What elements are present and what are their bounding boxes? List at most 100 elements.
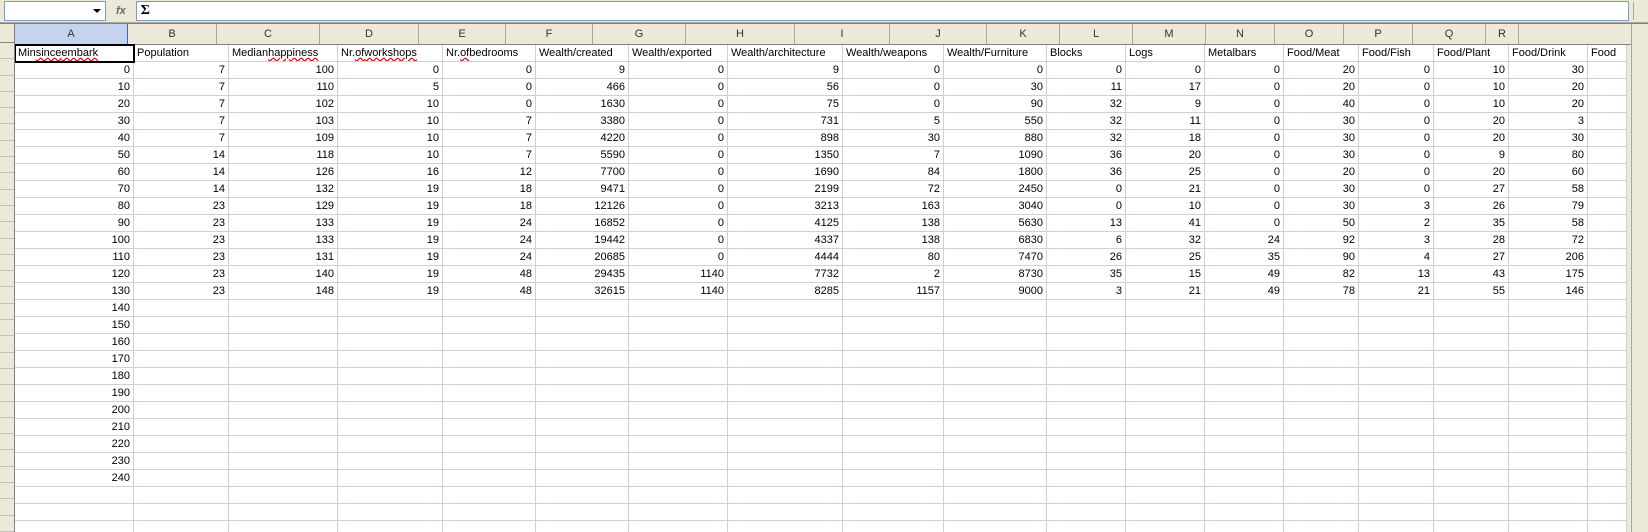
data-cell[interactable]: 55 xyxy=(1434,283,1509,300)
data-cell[interactable]: 80 xyxy=(843,249,944,266)
data-cell[interactable] xyxy=(1126,300,1205,317)
data-cell[interactable]: 103 xyxy=(229,113,338,130)
data-cell[interactable]: 18 xyxy=(443,181,536,198)
data-cell[interactable]: 3 xyxy=(1359,198,1434,215)
data-cell[interactable] xyxy=(443,504,536,521)
data-cell[interactable] xyxy=(536,487,629,504)
data-cell[interactable] xyxy=(944,334,1047,351)
data-cell[interactable]: 0 xyxy=(1205,198,1284,215)
data-cell[interactable]: 56 xyxy=(728,79,843,96)
data-cell[interactable]: 110 xyxy=(229,79,338,96)
data-cell[interactable] xyxy=(338,487,443,504)
data-cell[interactable]: 82 xyxy=(1284,266,1359,283)
data-cell[interactable] xyxy=(1509,334,1588,351)
data-cell[interactable]: 84 xyxy=(843,164,944,181)
data-cell[interactable]: 3 xyxy=(1359,232,1434,249)
data-cell[interactable] xyxy=(1359,334,1434,351)
data-cell[interactable]: 140 xyxy=(15,300,134,317)
data-cell[interactable] xyxy=(1434,436,1509,453)
data-cell[interactable] xyxy=(728,419,843,436)
data-cell[interactable] xyxy=(229,402,338,419)
data-cell[interactable] xyxy=(15,487,134,504)
data-cell[interactable]: 19 xyxy=(338,232,443,249)
data-cell[interactable]: 0 xyxy=(1359,96,1434,113)
data-cell[interactable]: 16 xyxy=(338,164,443,181)
data-cell[interactable]: 0 xyxy=(1359,62,1434,79)
data-cell[interactable] xyxy=(1205,504,1284,521)
data-cell[interactable]: 20 xyxy=(1284,79,1359,96)
data-cell[interactable] xyxy=(1126,470,1205,487)
data-cell[interactable]: 14 xyxy=(134,147,229,164)
data-cell[interactable]: 13 xyxy=(1047,215,1126,232)
data-cell[interactable] xyxy=(1126,317,1205,334)
data-cell[interactable] xyxy=(1359,385,1434,402)
data-cell[interactable]: 0 xyxy=(1126,62,1205,79)
data-cell[interactable] xyxy=(944,368,1047,385)
data-cell[interactable] xyxy=(134,317,229,334)
data-cell[interactable] xyxy=(1359,487,1434,504)
data-cell[interactable] xyxy=(1588,317,1627,334)
header-cell[interactable]: Min since embark xyxy=(15,45,134,62)
data-cell[interactable] xyxy=(1588,470,1627,487)
data-cell[interactable]: 19 xyxy=(338,249,443,266)
data-cell[interactable] xyxy=(1434,487,1509,504)
data-cell[interactable]: 10 xyxy=(1126,198,1205,215)
data-cell[interactable] xyxy=(629,402,728,419)
data-cell[interactable] xyxy=(1284,368,1359,385)
data-cell[interactable]: 24 xyxy=(443,232,536,249)
data-cell[interactable] xyxy=(843,436,944,453)
data-cell[interactable] xyxy=(1509,402,1588,419)
data-cell[interactable] xyxy=(536,419,629,436)
data-cell[interactable] xyxy=(1509,504,1588,521)
data-cell[interactable]: 0 xyxy=(843,62,944,79)
data-cell[interactable]: 1350 xyxy=(728,147,843,164)
data-cell[interactable]: 29435 xyxy=(536,266,629,283)
column-header-E[interactable]: E xyxy=(419,24,506,44)
data-cell[interactable] xyxy=(1205,453,1284,470)
data-cell[interactable] xyxy=(134,436,229,453)
data-cell[interactable]: 898 xyxy=(728,130,843,147)
data-cell[interactable] xyxy=(843,351,944,368)
data-cell[interactable] xyxy=(536,300,629,317)
data-cell[interactable] xyxy=(1359,368,1434,385)
data-cell[interactable] xyxy=(629,317,728,334)
column-header-N[interactable]: N xyxy=(1206,24,1275,44)
data-cell[interactable]: 24 xyxy=(443,249,536,266)
data-cell[interactable] xyxy=(944,521,1047,532)
data-cell[interactable]: 0 xyxy=(1047,198,1126,215)
data-cell[interactable] xyxy=(1588,351,1627,368)
header-cell[interactable]: Blocks xyxy=(1047,45,1126,62)
data-cell[interactable]: 23 xyxy=(134,198,229,215)
data-cell[interactable] xyxy=(1047,402,1126,419)
data-cell[interactable]: 7 xyxy=(443,113,536,130)
data-cell[interactable] xyxy=(1359,351,1434,368)
data-cell[interactable]: 80 xyxy=(15,198,134,215)
data-cell[interactable] xyxy=(728,521,843,532)
data-cell[interactable]: 129 xyxy=(229,198,338,215)
row-header[interactable] xyxy=(0,76,14,92)
data-cell[interactable]: 79 xyxy=(1509,198,1588,215)
data-cell[interactable]: 90 xyxy=(1284,249,1359,266)
row-header[interactable] xyxy=(0,499,14,515)
data-cell[interactable] xyxy=(1359,453,1434,470)
data-cell[interactable]: 19 xyxy=(338,283,443,300)
column-header-R[interactable]: R xyxy=(1486,24,1519,44)
data-cell[interactable]: 19442 xyxy=(536,232,629,249)
data-cell[interactable]: 21 xyxy=(1126,181,1205,198)
data-cell[interactable] xyxy=(443,368,536,385)
data-cell[interactable] xyxy=(728,300,843,317)
data-cell[interactable] xyxy=(1047,470,1126,487)
data-cell[interactable] xyxy=(1434,300,1509,317)
data-cell[interactable] xyxy=(338,419,443,436)
data-cell[interactable] xyxy=(629,351,728,368)
row-header[interactable] xyxy=(0,516,14,532)
data-cell[interactable]: 7 xyxy=(443,147,536,164)
header-cell[interactable]: Wealth/weapons xyxy=(843,45,944,62)
data-cell[interactable]: 58 xyxy=(1509,215,1588,232)
data-cell[interactable]: 160 xyxy=(15,334,134,351)
data-cell[interactable]: 20 xyxy=(15,96,134,113)
data-cell[interactable] xyxy=(728,317,843,334)
data-cell[interactable]: 163 xyxy=(843,198,944,215)
data-cell[interactable] xyxy=(229,334,338,351)
header-cell[interactable]: Food/Plant xyxy=(1434,45,1509,62)
